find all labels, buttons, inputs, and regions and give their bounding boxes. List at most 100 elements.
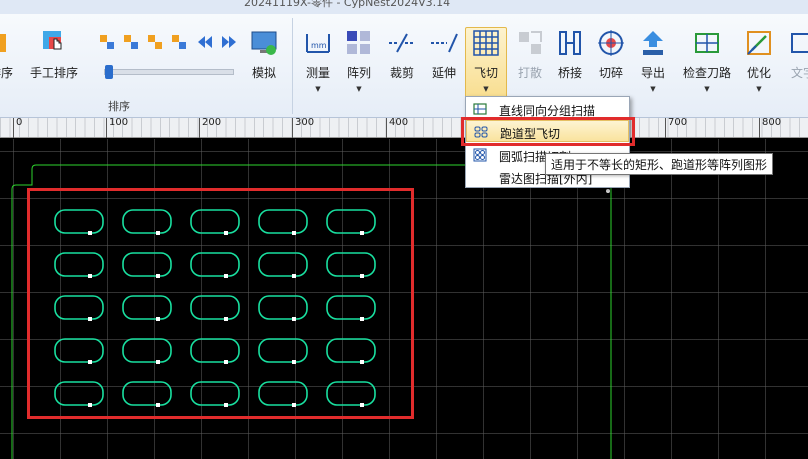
racetrack-part [326, 381, 376, 406]
pierce-point-marker [88, 231, 92, 235]
racetrack-part [122, 252, 172, 277]
racetrack-part [54, 381, 104, 406]
racetrack-part [326, 209, 376, 234]
ruler-tick: 200 [199, 117, 221, 138]
pierce-point-marker [88, 317, 92, 321]
flycut-button[interactable]: 飞切 ▼ [465, 27, 507, 105]
trim-icon [389, 33, 415, 53]
menu-item-linear-scan[interactable]: 直线同向分组扫描 [466, 98, 629, 120]
pierce-point-marker [156, 317, 160, 321]
break-apart-icon [519, 31, 542, 54]
text-icon [791, 33, 808, 53]
monitor-icon [251, 31, 277, 55]
pierce-point-marker [156, 360, 160, 364]
rewind-icon[interactable] [197, 34, 213, 50]
menu-item-racetrack-flycut[interactable]: 跑道型飞切 [466, 120, 629, 142]
pierce-point-marker [156, 231, 160, 235]
sheet-corner-marker [606, 189, 610, 193]
pierce-point-marker [292, 360, 296, 364]
pierce-point-marker [224, 274, 228, 278]
extend-icon [431, 33, 458, 53]
array-grid-icon [347, 31, 370, 54]
horizontal-ruler: 0 100 200 300 400 500 600 700 800 [0, 117, 808, 138]
optimize-button[interactable]: 优化 ▼ [742, 28, 776, 108]
racetrack-part [190, 338, 240, 363]
check-path-button[interactable]: 检查刀路 ▼ [680, 28, 734, 108]
sort-speed-slider[interactable] [104, 69, 234, 75]
racetrack-part [54, 338, 104, 363]
racetrack-part [190, 252, 240, 277]
sort-step-1-icon[interactable] [99, 34, 115, 50]
racetrack-part [258, 295, 308, 320]
pierce-point-marker [224, 231, 228, 235]
pierce-point-marker [156, 403, 160, 407]
ruler-tick: 0 [13, 117, 22, 138]
fast-forward-icon[interactable] [221, 34, 237, 50]
text-button[interactable]: 文字 [786, 28, 808, 108]
racetrack-part [190, 209, 240, 234]
pierce-point-marker [224, 403, 228, 407]
pierce-point-marker [292, 231, 296, 235]
check-path-icon [695, 33, 719, 53]
racetrack-part [258, 338, 308, 363]
parts-array [54, 209, 376, 407]
pierce-point-marker [292, 317, 296, 321]
ruler-tick: 700 [665, 117, 687, 138]
racetrack-part [122, 295, 172, 320]
flycut-grid-icon [473, 30, 499, 56]
racetrack-part [190, 295, 240, 320]
sort-step-3-icon[interactable] [147, 34, 163, 50]
racetrack-part [122, 381, 172, 406]
chevron-down-icon: ▼ [483, 85, 489, 93]
pierce-point-marker [156, 274, 160, 278]
ruler-tick: 300 [292, 117, 314, 138]
pierce-point-marker [360, 360, 364, 364]
pierce-point-marker [88, 403, 92, 407]
window-title: 20241119X-零件 - CypNest2024V3.14 [244, 0, 451, 9]
pierce-point-marker [360, 274, 364, 278]
pierce-point-marker [360, 317, 364, 321]
racetrack-part [54, 295, 104, 320]
sort-step-4-icon[interactable] [171, 34, 187, 50]
group-label-sort: 排序 [108, 100, 130, 113]
arc-scan-icon [473, 148, 487, 162]
racetrack-part [258, 252, 308, 277]
racetrack-part [122, 209, 172, 234]
racetrack-part [326, 252, 376, 277]
sort-icon [0, 34, 6, 52]
pierce-point-marker [360, 231, 364, 235]
ruler-tick: 400 [386, 117, 408, 138]
sort-step-2-icon[interactable] [123, 34, 139, 50]
pierce-point-marker [224, 360, 228, 364]
extend-button[interactable]: 延伸 [427, 28, 461, 108]
export-button[interactable]: 导出 ▼ [636, 28, 670, 108]
canvas-drawing [11, 164, 612, 459]
pierce-point-marker [88, 274, 92, 278]
racetrack-part [258, 381, 308, 406]
slider-thumb[interactable] [105, 65, 113, 79]
racetrack-part [326, 295, 376, 320]
group-separator [292, 18, 293, 114]
racetrack-flycut-icon [474, 126, 488, 138]
pierce-point-marker [88, 360, 92, 364]
pierce-point-marker [224, 317, 228, 321]
array-button[interactable]: 阵列 ▼ [342, 28, 376, 108]
export-icon [643, 31, 663, 55]
racetrack-part [190, 381, 240, 406]
manual-sort-button[interactable]: 手工排序 [28, 28, 80, 108]
title-bar: 20241119X-零件 - CypNest2024V3.14 [0, 0, 808, 14]
chevron-down-icon: ▼ [704, 85, 710, 93]
drawing-canvas[interactable] [0, 139, 808, 459]
ruler-measure-icon: mm [306, 34, 330, 53]
sort-button[interactable]: 排序 [0, 28, 16, 108]
trim-button[interactable]: 裁剪 [385, 28, 419, 108]
pierce-point-marker [292, 403, 296, 407]
pierce-point-marker [360, 403, 364, 407]
simulate-button[interactable]: 模拟 [246, 28, 282, 108]
pierce-point-marker [292, 274, 296, 278]
ruler-tick: 100 [106, 117, 128, 138]
racetrack-part [326, 338, 376, 363]
chevron-down-icon: ▼ [650, 85, 656, 93]
linear-scan-icon [473, 103, 487, 115]
measure-button[interactable]: mm 测量 ▼ [300, 28, 336, 108]
